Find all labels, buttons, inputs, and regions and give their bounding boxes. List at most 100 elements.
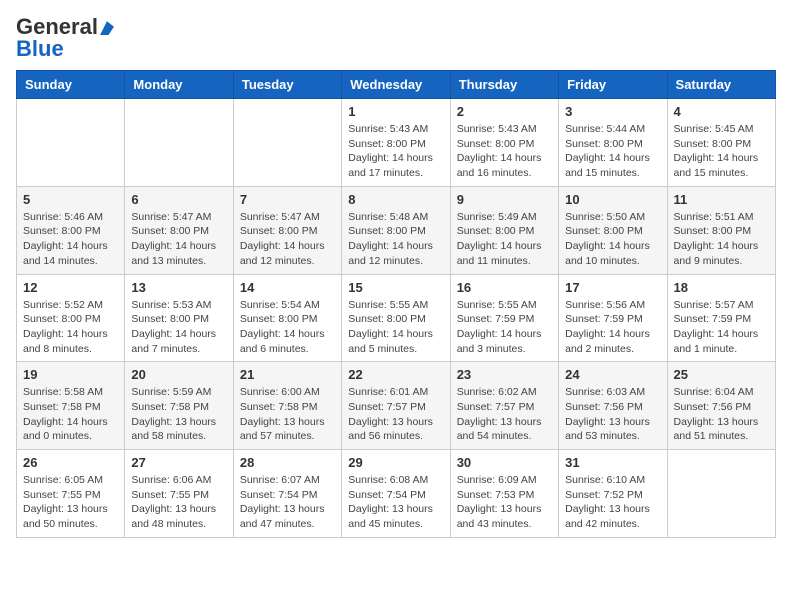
calendar-cell: 11 Sunrise: 5:51 AM Sunset: 8:00 PM Dayli…: [667, 186, 775, 274]
calendar-cell: 24 Sunrise: 6:03 AM Sunset: 7:56 PM Dayli…: [559, 362, 667, 450]
calendar-cell: 4 Sunrise: 5:45 AM Sunset: 8:00 PM Daylig…: [667, 99, 775, 187]
day-info: Sunrise: 5:50 AM Sunset: 8:00 PM Dayligh…: [565, 210, 660, 269]
calendar-cell: 14 Sunrise: 5:54 AM Sunset: 8:00 PM Dayli…: [233, 274, 341, 362]
day-info: Sunrise: 5:43 AM Sunset: 8:00 PM Dayligh…: [348, 122, 443, 181]
day-info: Sunrise: 5:47 AM Sunset: 8:00 PM Dayligh…: [240, 210, 335, 269]
calendar-week-row: 26 Sunrise: 6:05 AM Sunset: 7:55 PM Dayli…: [17, 450, 776, 538]
day-number: 4: [674, 104, 769, 119]
day-number: 27: [131, 455, 226, 470]
day-number: 14: [240, 280, 335, 295]
day-info: Sunrise: 6:10 AM Sunset: 7:52 PM Dayligh…: [565, 473, 660, 532]
calendar-cell: 2Sunrise: 5:43 AM Sunset: 8:00 PM Daylig…: [450, 99, 558, 187]
page-header: General Blue: [16, 16, 776, 60]
calendar-table: SundayMondayTuesdayWednesdayThursdayFrid…: [16, 70, 776, 538]
day-number: 10: [565, 192, 660, 207]
day-number: 5: [23, 192, 118, 207]
day-number: 30: [457, 455, 552, 470]
day-info: Sunrise: 6:06 AM Sunset: 7:55 PM Dayligh…: [131, 473, 226, 532]
day-info: Sunrise: 5:59 AM Sunset: 7:58 PM Dayligh…: [131, 385, 226, 444]
calendar-cell: 17 Sunrise: 5:56 AM Sunset: 7:59 PM Dayli…: [559, 274, 667, 362]
day-number: 17: [565, 280, 660, 295]
calendar-cell: 29 Sunrise: 6:08 AM Sunset: 7:54 PM Dayli…: [342, 450, 450, 538]
day-number: 1: [348, 104, 443, 119]
day-number: 24: [565, 367, 660, 382]
calendar-cell: 3 Sunrise: 5:44 AM Sunset: 8:00 PM Daylig…: [559, 99, 667, 187]
day-number: 16: [457, 280, 552, 295]
day-number: 3: [565, 104, 660, 119]
calendar-day-header: Monday: [125, 71, 233, 99]
calendar-cell: 10 Sunrise: 5:50 AM Sunset: 8:00 PM Dayli…: [559, 186, 667, 274]
calendar-cell: 8Sunrise: 5:48 AM Sunset: 8:00 PM Daylig…: [342, 186, 450, 274]
day-number: 29: [348, 455, 443, 470]
day-number: 6: [131, 192, 226, 207]
day-number: 28: [240, 455, 335, 470]
day-number: 13: [131, 280, 226, 295]
calendar-day-header: Tuesday: [233, 71, 341, 99]
calendar-header-row: SundayMondayTuesdayWednesdayThursdayFrid…: [17, 71, 776, 99]
day-number: 22: [348, 367, 443, 382]
day-info: Sunrise: 5:46 AM Sunset: 8:00 PM Dayligh…: [23, 210, 118, 269]
calendar-cell: 9Sunrise: 5:49 AM Sunset: 8:00 PM Daylig…: [450, 186, 558, 274]
day-info: Sunrise: 5:55 AM Sunset: 7:59 PM Dayligh…: [457, 298, 552, 357]
day-info: Sunrise: 5:44 AM Sunset: 8:00 PM Dayligh…: [565, 122, 660, 181]
calendar-cell: 12 Sunrise: 5:52 AM Sunset: 8:00 PM Dayli…: [17, 274, 125, 362]
day-number: 31: [565, 455, 660, 470]
day-info: Sunrise: 5:52 AM Sunset: 8:00 PM Dayligh…: [23, 298, 118, 357]
day-number: 18: [674, 280, 769, 295]
day-info: Sunrise: 6:02 AM Sunset: 7:57 PM Dayligh…: [457, 385, 552, 444]
day-number: 23: [457, 367, 552, 382]
calendar-cell: 15Sunrise: 5:55 AM Sunset: 8:00 PM Dayli…: [342, 274, 450, 362]
calendar-day-header: Friday: [559, 71, 667, 99]
calendar-cell: 26 Sunrise: 6:05 AM Sunset: 7:55 PM Dayli…: [17, 450, 125, 538]
calendar-cell: 21Sunrise: 6:00 AM Sunset: 7:58 PM Dayli…: [233, 362, 341, 450]
day-info: Sunrise: 5:54 AM Sunset: 8:00 PM Dayligh…: [240, 298, 335, 357]
calendar-cell: [125, 99, 233, 187]
calendar-day-header: Wednesday: [342, 71, 450, 99]
day-info: Sunrise: 5:55 AM Sunset: 8:00 PM Dayligh…: [348, 298, 443, 357]
day-info: Sunrise: 6:08 AM Sunset: 7:54 PM Dayligh…: [348, 473, 443, 532]
calendar-cell: 18 Sunrise: 5:57 AM Sunset: 7:59 PM Dayli…: [667, 274, 775, 362]
day-number: 19: [23, 367, 118, 382]
day-number: 20: [131, 367, 226, 382]
day-number: 2: [457, 104, 552, 119]
calendar-cell: 20 Sunrise: 5:59 AM Sunset: 7:58 PM Dayli…: [125, 362, 233, 450]
day-number: 21: [240, 367, 335, 382]
logo-blue-text: Blue: [16, 36, 64, 61]
calendar-cell: 1 Sunrise: 5:43 AM Sunset: 8:00 PM Daylig…: [342, 99, 450, 187]
day-info: Sunrise: 6:04 AM Sunset: 7:56 PM Dayligh…: [674, 385, 769, 444]
calendar-week-row: 12 Sunrise: 5:52 AM Sunset: 8:00 PM Dayli…: [17, 274, 776, 362]
day-number: 7: [240, 192, 335, 207]
calendar-cell: 27 Sunrise: 6:06 AM Sunset: 7:55 PM Dayli…: [125, 450, 233, 538]
calendar-day-header: Saturday: [667, 71, 775, 99]
day-number: 12: [23, 280, 118, 295]
day-info: Sunrise: 5:57 AM Sunset: 7:59 PM Dayligh…: [674, 298, 769, 357]
day-info: Sunrise: 5:48 AM Sunset: 8:00 PM Dayligh…: [348, 210, 443, 269]
calendar-cell: 22Sunrise: 6:01 AM Sunset: 7:57 PM Dayli…: [342, 362, 450, 450]
day-info: Sunrise: 6:05 AM Sunset: 7:55 PM Dayligh…: [23, 473, 118, 532]
calendar-cell: 16 Sunrise: 5:55 AM Sunset: 7:59 PM Dayli…: [450, 274, 558, 362]
day-info: Sunrise: 5:47 AM Sunset: 8:00 PM Dayligh…: [131, 210, 226, 269]
calendar-cell: 7 Sunrise: 5:47 AM Sunset: 8:00 PM Daylig…: [233, 186, 341, 274]
day-info: Sunrise: 5:53 AM Sunset: 8:00 PM Dayligh…: [131, 298, 226, 357]
calendar-day-header: Sunday: [17, 71, 125, 99]
calendar-cell: 25 Sunrise: 6:04 AM Sunset: 7:56 PM Dayli…: [667, 362, 775, 450]
day-number: 25: [674, 367, 769, 382]
calendar-cell: 13 Sunrise: 5:53 AM Sunset: 8:00 PM Dayli…: [125, 274, 233, 362]
day-number: 11: [674, 192, 769, 207]
calendar-cell: [17, 99, 125, 187]
calendar-cell: [667, 450, 775, 538]
day-info: Sunrise: 5:49 AM Sunset: 8:00 PM Dayligh…: [457, 210, 552, 269]
day-info: Sunrise: 5:51 AM Sunset: 8:00 PM Dayligh…: [674, 210, 769, 269]
day-info: Sunrise: 5:56 AM Sunset: 7:59 PM Dayligh…: [565, 298, 660, 357]
calendar-cell: 6 Sunrise: 5:47 AM Sunset: 8:00 PM Daylig…: [125, 186, 233, 274]
calendar-week-row: 1 Sunrise: 5:43 AM Sunset: 8:00 PM Daylig…: [17, 99, 776, 187]
calendar-cell: 28Sunrise: 6:07 AM Sunset: 7:54 PM Dayli…: [233, 450, 341, 538]
calendar-cell: 5 Sunrise: 5:46 AM Sunset: 8:00 PM Daylig…: [17, 186, 125, 274]
logo-icon: [100, 21, 114, 35]
day-info: Sunrise: 5:58 AM Sunset: 7:58 PM Dayligh…: [23, 385, 118, 444]
day-info: Sunrise: 5:45 AM Sunset: 8:00 PM Dayligh…: [674, 122, 769, 181]
day-number: 26: [23, 455, 118, 470]
day-info: Sunrise: 6:03 AM Sunset: 7:56 PM Dayligh…: [565, 385, 660, 444]
calendar-week-row: 19 Sunrise: 5:58 AM Sunset: 7:58 PM Dayli…: [17, 362, 776, 450]
calendar-cell: [233, 99, 341, 187]
